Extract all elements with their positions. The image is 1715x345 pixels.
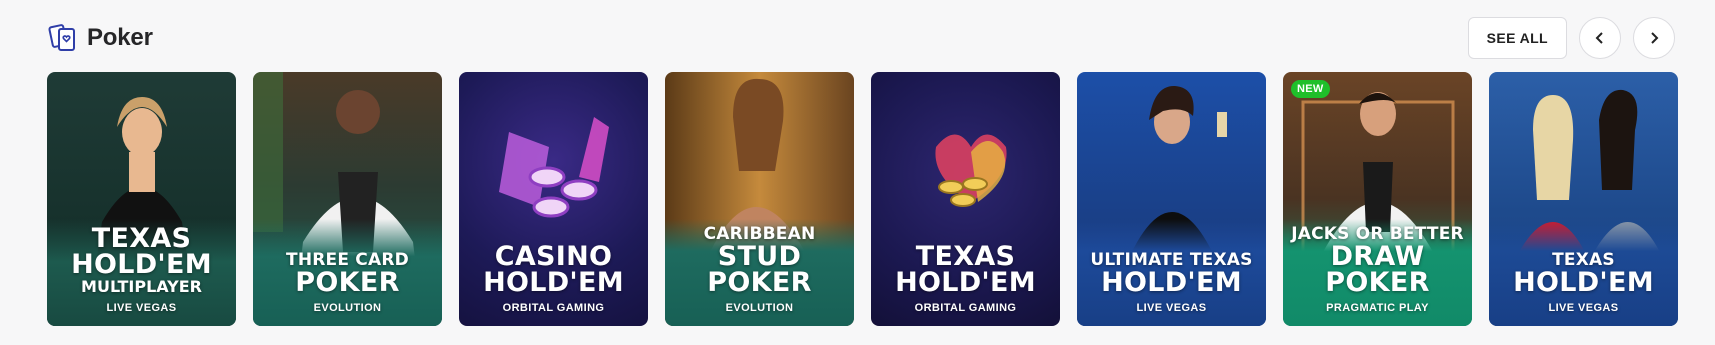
next-button[interactable] bbox=[1633, 17, 1675, 59]
card-provider: LIVE VEGAS bbox=[1548, 302, 1619, 314]
game-card-list: TEXAS HOLD'EM MULTIPLAYER LIVE VEGAS THR… bbox=[47, 72, 1678, 326]
card-title-line2: HOLD'EM bbox=[483, 267, 624, 298]
card-provider: PRAGMATIC PLAY bbox=[1326, 302, 1429, 314]
card-title-line2: HOLD'EM bbox=[895, 267, 1036, 298]
card-title-line2: STUD POKER bbox=[707, 241, 812, 298]
card-provider: LIVE VEGAS bbox=[1136, 302, 1207, 314]
section-header: Poker SEE ALL bbox=[47, 16, 1675, 60]
game-card[interactable]: CASINO HOLD'EM ORBITAL GAMING bbox=[459, 72, 648, 326]
card-title-line2: HOLD'EM bbox=[1101, 267, 1242, 298]
chevron-right-icon bbox=[1651, 32, 1659, 44]
card-title-line3: MULTIPLAYER bbox=[81, 277, 202, 296]
section-controls: SEE ALL bbox=[1467, 17, 1675, 59]
game-card[interactable]: TEXAS HOLD'EM LIVE VEGAS bbox=[1489, 72, 1678, 326]
card-provider: LIVE VEGAS bbox=[106, 302, 177, 314]
card-provider: ORBITAL GAMING bbox=[502, 302, 605, 314]
see-all-button[interactable]: SEE ALL bbox=[1467, 17, 1567, 59]
game-card[interactable]: ULTIMATE TEXAS HOLD'EM LIVE VEGAS bbox=[1077, 72, 1266, 326]
new-badge: NEW bbox=[1291, 80, 1330, 98]
card-title-line2: DRAW POKER bbox=[1325, 241, 1430, 298]
game-card[interactable]: NEW JACKS OR BETTER DRAW POKER PRAGMATIC… bbox=[1283, 72, 1472, 326]
card-provider: EVOLUTION bbox=[313, 302, 382, 314]
game-card[interactable]: TEXAS HOLD'EM MULTIPLAYER LIVE VEGAS bbox=[47, 72, 236, 326]
game-card[interactable]: TEXAS HOLD'EM ORBITAL GAMING bbox=[871, 72, 1060, 326]
card-provider: EVOLUTION bbox=[725, 302, 794, 314]
section-title-wrap: Poker bbox=[47, 22, 153, 54]
game-card[interactable]: CARIBBEAN STUD POKER EVOLUTION bbox=[665, 72, 854, 326]
card-title-line2: POKER bbox=[295, 267, 400, 298]
card-provider: ORBITAL GAMING bbox=[914, 302, 1017, 314]
section-title: Poker bbox=[87, 24, 153, 51]
cards-icon bbox=[47, 22, 79, 54]
prev-button[interactable] bbox=[1579, 17, 1621, 59]
game-card[interactable]: THREE CARD POKER EVOLUTION bbox=[253, 72, 442, 326]
card-title-line2: HOLD'EM bbox=[1513, 267, 1654, 298]
card-title-line2: HOLD'EM bbox=[71, 249, 212, 280]
chevron-left-icon bbox=[1595, 32, 1603, 44]
